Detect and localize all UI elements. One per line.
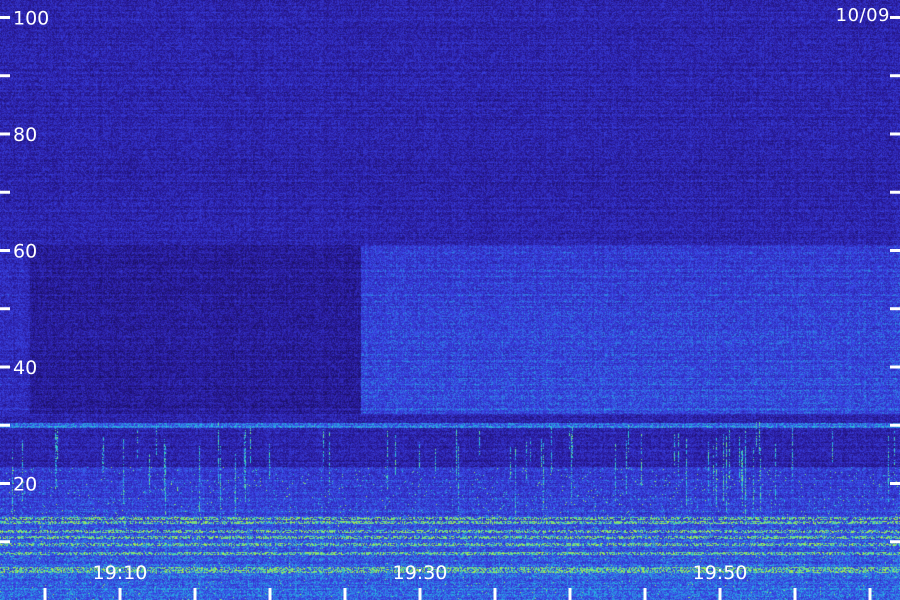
y-tick-label-60: 60 xyxy=(13,240,37,262)
x-axis-ticks: 19:10 19:30 19:50 xyxy=(43,562,872,600)
x-tick-label-1930: 19:30 xyxy=(393,562,448,584)
axes-overlay: 20 40 60 80 100 19:10 19:30 19:50 xyxy=(0,7,900,600)
y-axis-ticks: 20 40 60 80 100 xyxy=(0,7,900,544)
y-tick-label-20: 20 xyxy=(13,473,37,495)
date-label: 10/09 xyxy=(835,5,890,26)
x-tick-label-1950: 19:50 xyxy=(693,562,748,584)
y-tick-label-100: 100 xyxy=(13,7,49,29)
x-tick-label-1910: 19:10 xyxy=(93,562,148,584)
y-tick-label-80: 80 xyxy=(13,124,37,146)
y-tick-label-40: 40 xyxy=(13,357,37,379)
